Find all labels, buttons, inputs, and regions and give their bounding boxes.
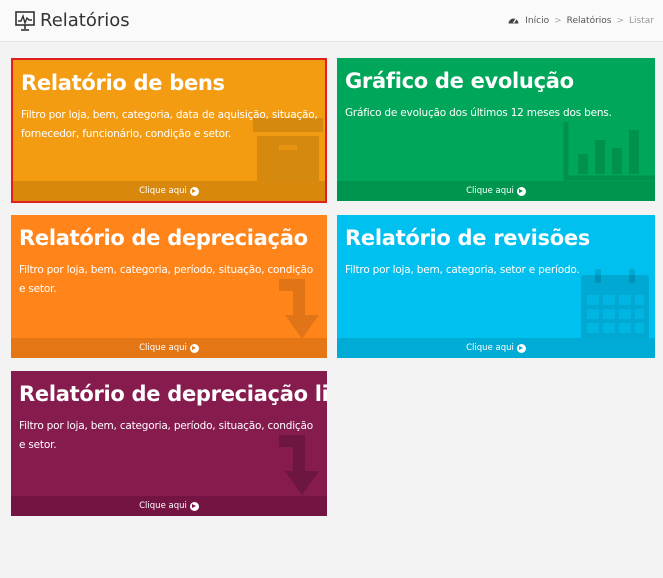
tile-title: Relatório de bens	[21, 71, 225, 95]
arrow-circle-right-icon	[516, 186, 526, 196]
breadcrumb: Início > Relatórios > Listar	[508, 15, 654, 27]
breadcrumb-separator: >	[616, 16, 625, 26]
chart-board-icon	[14, 10, 36, 32]
tile-grafico-evolucao[interactable]: Gráfico de evolução Gráfico de evolução …	[337, 58, 655, 201]
tile-relatorio-bens[interactable]: Relatório de bens Filtro por loja, bem, …	[11, 58, 327, 203]
tile-description: Gráfico de evolução dos últimos 12 meses…	[345, 107, 612, 119]
arrow-circle-right-icon	[516, 343, 526, 353]
arrow-circle-right-icon	[189, 186, 199, 196]
arrow-circle-right-icon	[189, 343, 199, 353]
tile-description: Filtro por loja, bem, categoria, período…	[19, 264, 313, 295]
tile-description: Filtro por loja, bem, categoria, setor e…	[345, 264, 580, 276]
tile-title: Relatório de depreciação	[19, 226, 308, 250]
tile-link-label: Clique aqui	[139, 343, 187, 353]
tile-link[interactable]: Clique aqui	[337, 338, 655, 358]
tile-title: Relatório de revisões	[345, 226, 590, 250]
bar-chart-icon	[563, 122, 655, 186]
tile-title: Relatório de depreciação line	[19, 382, 327, 406]
tile-link-label: Clique aqui	[466, 186, 514, 196]
tile-link[interactable]: Clique aqui	[337, 181, 655, 201]
dashboard-icon	[508, 15, 525, 27]
tile-link[interactable]: Clique aqui	[11, 338, 327, 358]
tile-title: Gráfico de evolução	[345, 69, 574, 93]
tile-link[interactable]: Clique aqui	[11, 496, 327, 516]
tile-link-label: Clique aqui	[466, 343, 514, 353]
page-title-area: Relatórios	[14, 9, 130, 33]
breadcrumb-relatorios[interactable]: Relatórios	[567, 16, 612, 26]
arrow-circle-right-icon	[189, 501, 199, 511]
tile-description: Filtro por loja, bem, categoria, data de…	[21, 109, 318, 140]
page-title: Relatórios	[40, 10, 130, 31]
tile-relatorio-depreciacao-linear[interactable]: Relatório de depreciação line Filtro por…	[11, 371, 327, 516]
tile-link-label: Clique aqui	[139, 186, 187, 196]
breadcrumb-current: Listar	[629, 16, 654, 26]
tile-relatorio-depreciacao[interactable]: Relatório de depreciação Filtro por loja…	[11, 215, 327, 358]
page-header: Relatórios Início > Relatórios > Listar	[0, 0, 663, 42]
tile-link[interactable]: Clique aqui	[13, 181, 325, 201]
tile-description: Filtro por loja, bem, categoria, período…	[19, 420, 313, 451]
tile-relatorio-revisoes[interactable]: Relatório de revisões Filtro por loja, b…	[337, 215, 655, 358]
tile-link-label: Clique aqui	[139, 501, 187, 511]
breadcrumb-home[interactable]: Início	[525, 16, 549, 26]
calendar-icon	[581, 269, 649, 347]
breadcrumb-separator: >	[554, 16, 562, 26]
